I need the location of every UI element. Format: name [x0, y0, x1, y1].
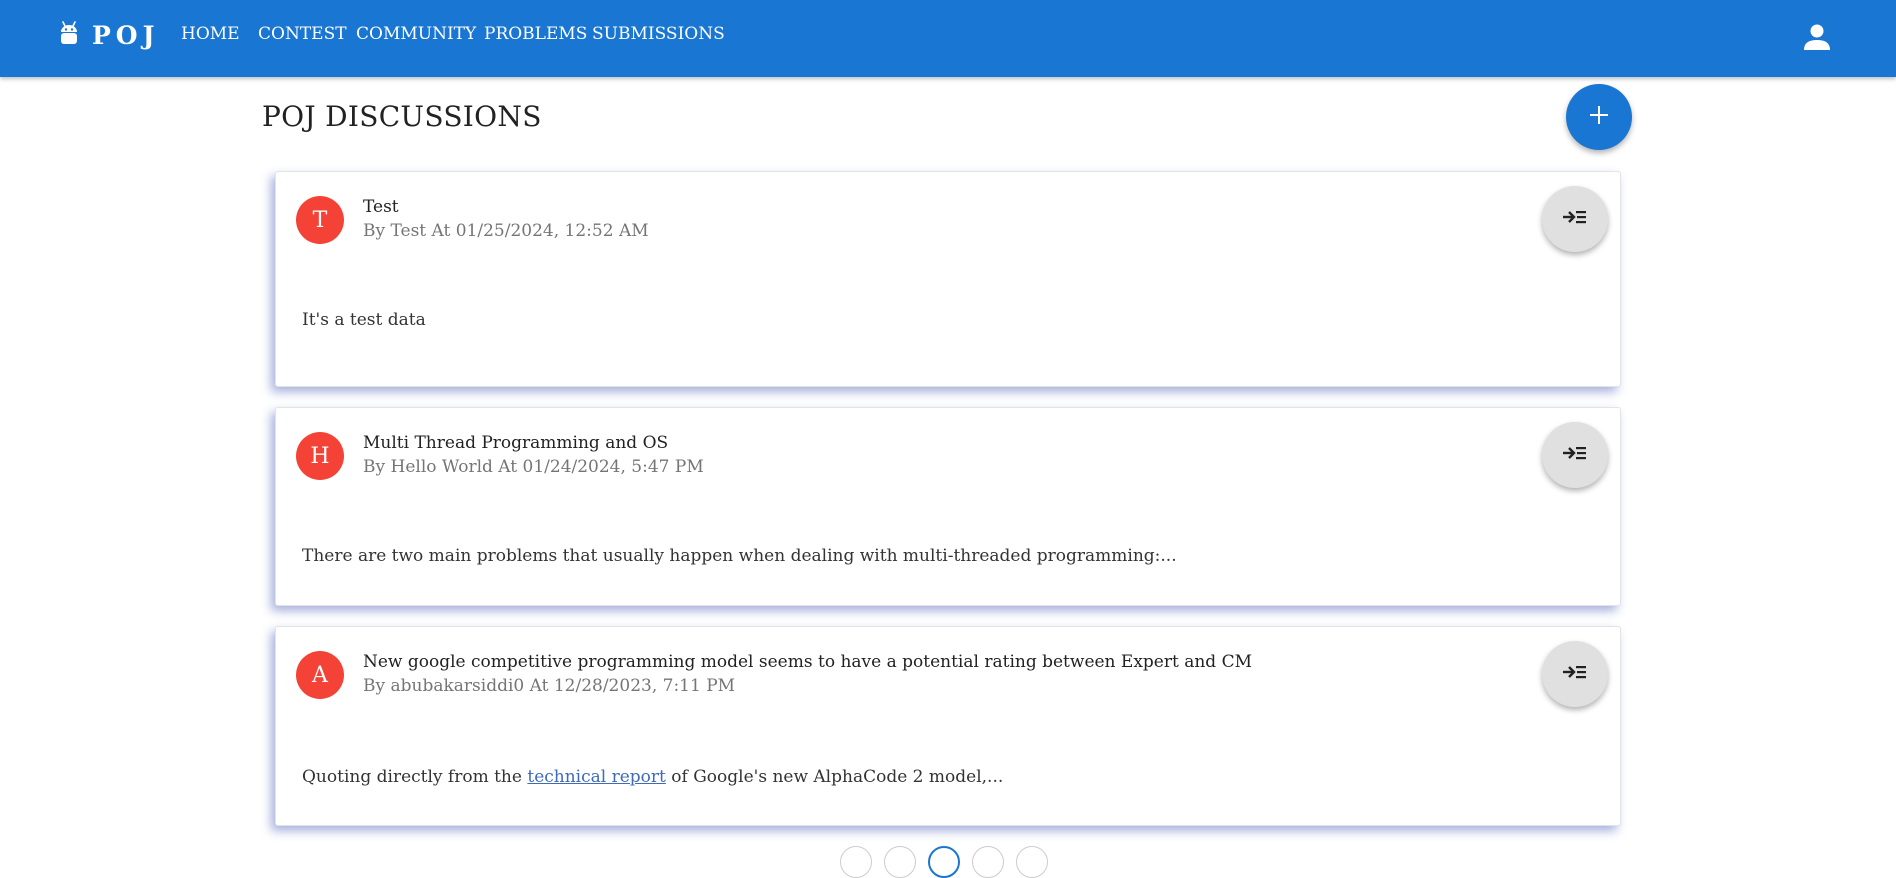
discussion-card[interactable]: A New google competitive programming mod…	[275, 626, 1621, 826]
expand-button[interactable]	[1542, 641, 1608, 707]
discussion-card[interactable]: H Multi Thread Programming and OS By Hel…	[275, 407, 1621, 606]
expand-button[interactable]	[1542, 422, 1608, 488]
logo-text: POJ	[92, 20, 160, 50]
expand-icon	[1562, 443, 1588, 467]
add-discussion-button[interactable]	[1566, 84, 1632, 150]
android-icon	[60, 20, 78, 50]
discussion-meta: By abubakarsiddi0 At 12/28/2023, 7:11 PM	[363, 676, 736, 696]
expand-button[interactable]	[1542, 186, 1608, 252]
discussion-card[interactable]: T Test By Test At 01/25/2024, 12:52 AM I…	[275, 171, 1621, 387]
expand-icon	[1562, 662, 1588, 686]
account-icon[interactable]	[1802, 22, 1832, 52]
discussion-excerpt: It's a test data	[302, 310, 426, 330]
nav-submissions[interactable]: SUBMISSIONS	[592, 24, 725, 44]
page-button-active[interactable]	[928, 846, 960, 878]
discussion-title: New google competitive programming model…	[363, 652, 1252, 672]
nav-community[interactable]: COMMUNITY	[356, 24, 476, 44]
avatar: A	[296, 651, 344, 699]
discussion-title: Test	[363, 197, 399, 217]
discussion-excerpt: Quoting directly from the technical repo…	[302, 767, 1003, 787]
nav-contest[interactable]: CONTEST	[258, 24, 347, 44]
avatar: H	[296, 432, 344, 480]
pagination	[840, 846, 1048, 878]
page-button[interactable]	[840, 846, 872, 878]
discussion-excerpt: There are two main problems that usually…	[302, 546, 1177, 566]
logo[interactable]: POJ	[60, 20, 159, 50]
discussion-title: Multi Thread Programming and OS	[363, 433, 669, 453]
page-button[interactable]	[1016, 846, 1048, 878]
nav-home[interactable]: HOME	[181, 24, 240, 44]
page-button[interactable]	[972, 846, 1004, 878]
avatar: T	[296, 196, 344, 244]
plus-icon	[1587, 103, 1611, 131]
expand-icon	[1562, 207, 1588, 231]
discussion-meta: By Hello World At 01/24/2024, 5:47 PM	[363, 457, 704, 477]
excerpt-text: of Google's new AlphaCode 2 model,...	[671, 767, 1004, 787]
excerpt-text: Quoting directly from the	[302, 767, 522, 787]
discussion-meta: By Test At 01/25/2024, 12:52 AM	[363, 221, 649, 241]
nav-problems[interactable]: PROBLEMS	[484, 24, 587, 44]
page-title: POJ DISCUSSIONS	[262, 100, 542, 133]
app-bar: POJ HOME CONTEST COMMUNITY PROBLEMS SUBM…	[0, 0, 1896, 77]
technical-report-link[interactable]: technical report	[527, 767, 666, 787]
page-button[interactable]	[884, 846, 916, 878]
